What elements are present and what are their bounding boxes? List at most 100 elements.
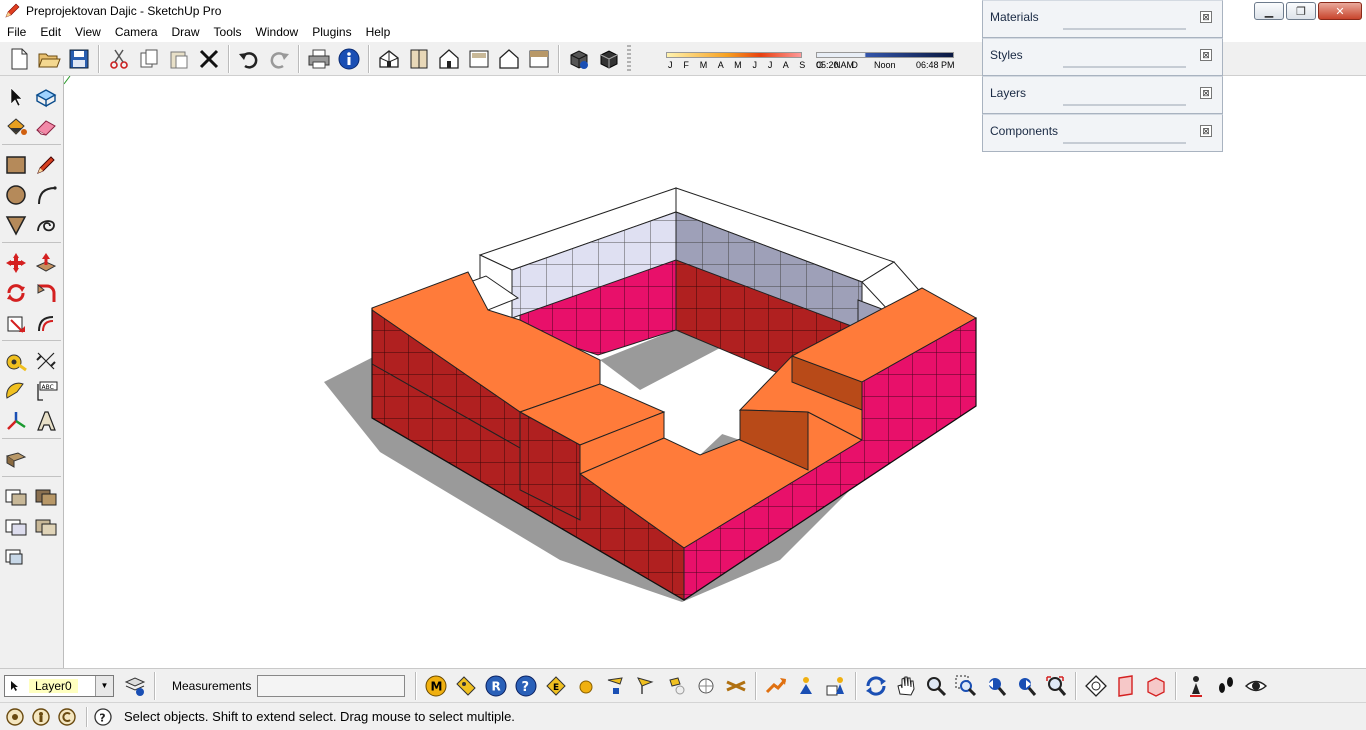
rectangle-tool-button[interactable] (1, 150, 31, 180)
menu-tools[interactable]: Tools (207, 22, 249, 42)
plugin-sphere-button[interactable] (571, 671, 601, 701)
menu-camera[interactable]: Camera (108, 22, 165, 42)
layers-tray[interactable]: Layers ⊠ (982, 76, 1223, 114)
follow-me-button[interactable] (31, 278, 61, 308)
outliner-button-1[interactable] (1, 482, 31, 512)
zoom-button[interactable] (921, 671, 951, 701)
position-camera-button[interactable] (1181, 671, 1211, 701)
move-tool-button[interactable] (1, 248, 31, 278)
copy-button[interactable] (134, 44, 164, 74)
axes-tool-button[interactable] (1, 406, 31, 436)
menu-plugins[interactable]: Plugins (305, 22, 358, 42)
tray-close-materials[interactable]: ⊠ (1200, 11, 1212, 23)
view-iso-button[interactable] (374, 44, 404, 74)
toolbar-grip[interactable] (627, 44, 631, 73)
orbit-button[interactable] (861, 671, 891, 701)
walk-button[interactable] (1211, 671, 1241, 701)
sandbox-button-2[interactable] (791, 671, 821, 701)
measurements-input[interactable] (257, 674, 406, 697)
display-shadows-button[interactable] (594, 44, 624, 74)
plugin-help-button[interactable]: ? (511, 671, 541, 701)
arc-tool-button[interactable] (31, 180, 61, 210)
view-back-button[interactable] (494, 44, 524, 74)
text-tool-button[interactable]: ABC (31, 376, 61, 406)
zoom-extents-button[interactable] (1041, 671, 1071, 701)
eraser-button[interactable] (31, 112, 61, 142)
view-left-button[interactable] (524, 44, 554, 74)
display-section-planes-button[interactable] (1111, 671, 1141, 701)
maximize-button[interactable]: ❐ (1286, 2, 1316, 20)
erase-button[interactable] (194, 44, 224, 74)
new-file-button[interactable] (4, 44, 34, 74)
materials-tray[interactable]: Materials ⊠ (982, 0, 1223, 38)
credits-button[interactable] (30, 706, 52, 728)
layer-dropdown[interactable]: Layer0 ▼ (4, 674, 114, 697)
zoom-window-button[interactable] (951, 671, 981, 701)
tray-close-components[interactable]: ⊠ (1200, 125, 1212, 137)
3d-viewport[interactable] (63, 75, 1366, 668)
menu-file[interactable]: File (0, 22, 33, 42)
save-button[interactable] (64, 44, 94, 74)
section-cut-button[interactable] (1081, 671, 1111, 701)
time-slider[interactable] (816, 52, 954, 58)
minimize-button[interactable]: ▁ (1254, 2, 1284, 20)
scale-tool-button[interactable] (1, 308, 31, 338)
plugin-flag-button[interactable] (631, 671, 661, 701)
next-view-button[interactable] (1011, 671, 1041, 701)
plugin-tools-button[interactable] (721, 671, 751, 701)
view-right-button[interactable] (464, 44, 494, 74)
dimension-tool-button[interactable] (31, 346, 61, 376)
polygon-tool-button[interactable] (1, 210, 31, 240)
outliner-button-2[interactable] (31, 482, 61, 512)
undo-button[interactable] (234, 44, 264, 74)
paint-bucket-button[interactable] (1, 112, 31, 142)
open-file-button[interactable] (34, 44, 64, 74)
previous-view-button[interactable] (981, 671, 1011, 701)
styles-tray[interactable]: Styles ⊠ (982, 38, 1223, 76)
sandbox-button-3[interactable] (821, 671, 851, 701)
tape-measure-button[interactable] (1, 346, 31, 376)
signin-button[interactable] (56, 706, 78, 728)
paste-button[interactable] (164, 44, 194, 74)
section-plane-button[interactable] (1, 444, 31, 474)
rotate-tool-button[interactable] (1, 278, 31, 308)
offset-tool-button[interactable] (31, 308, 61, 338)
components-tray[interactable]: Components ⊠ (982, 114, 1223, 152)
instructor-help-button[interactable]: ? (92, 706, 114, 728)
display-section-cuts-button[interactable] (1141, 671, 1171, 701)
plugin-spotlight-button[interactable] (601, 671, 631, 701)
tray-close-layers[interactable]: ⊠ (1200, 87, 1212, 99)
pan-button[interactable] (891, 671, 921, 701)
redo-button[interactable] (264, 44, 294, 74)
menu-draw[interactable]: Draw (165, 22, 207, 42)
line-tool-button[interactable] (31, 150, 61, 180)
plugin-r-button[interactable]: R (481, 671, 511, 701)
select-tool-button[interactable] (1, 82, 31, 112)
plugin-globe-button[interactable] (691, 671, 721, 701)
plugin-e-button[interactable]: E (541, 671, 571, 701)
menu-help[interactable]: Help (359, 22, 398, 42)
push-pull-button[interactable] (31, 248, 61, 278)
plugin-m-button[interactable]: M (421, 671, 451, 701)
outliner-button-4[interactable] (31, 512, 61, 542)
close-button[interactable]: ✕ (1318, 2, 1362, 20)
make-component-button[interactable] (31, 82, 61, 112)
view-front-button[interactable] (434, 44, 464, 74)
circle-tool-button[interactable] (1, 180, 31, 210)
outliner-button-5[interactable] (1, 542, 31, 572)
view-top-button[interactable] (404, 44, 434, 74)
menu-view[interactable]: View (68, 22, 108, 42)
plugin-lamp-button[interactable] (661, 671, 691, 701)
3d-text-button[interactable] (31, 406, 61, 436)
menu-edit[interactable]: Edit (33, 22, 68, 42)
outliner-button-3[interactable] (1, 512, 31, 542)
print-button[interactable] (304, 44, 334, 74)
plugin-tag-button[interactable] (451, 671, 481, 701)
protractor-button[interactable] (1, 376, 31, 406)
shadow-settings-button[interactable] (564, 44, 594, 74)
month-slider[interactable] (666, 52, 802, 58)
cut-button[interactable] (104, 44, 134, 74)
tray-close-styles[interactable]: ⊠ (1200, 49, 1212, 61)
model-info-button[interactable] (334, 44, 364, 74)
menu-window[interactable]: Window (249, 22, 306, 42)
